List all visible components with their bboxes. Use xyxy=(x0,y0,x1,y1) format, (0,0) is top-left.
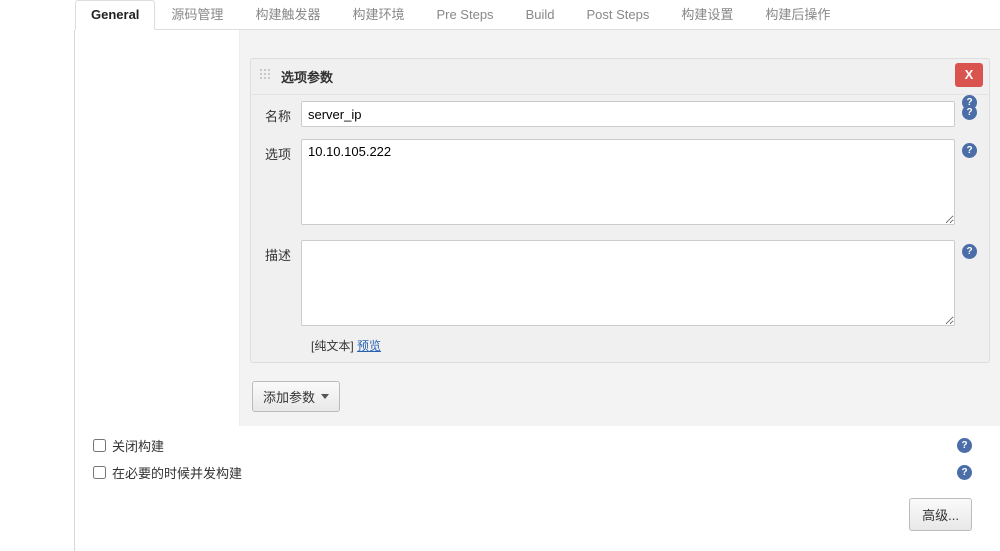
help-icon[interactable]: ? xyxy=(957,465,972,480)
tab-env[interactable]: 构建环境 xyxy=(336,0,420,29)
preview-link[interactable]: 预览 xyxy=(357,339,381,353)
content-area: 选项参数 X ? 名称 ? xyxy=(240,30,1000,426)
advanced-button[interactable]: 高级... xyxy=(909,498,972,531)
choices-textarea[interactable] xyxy=(301,139,955,225)
tab-scm[interactable]: 源码管理 xyxy=(155,0,239,29)
lower-options: 关闭构建 ? 在必要的时候并发构建 ? 高级... xyxy=(75,426,1000,551)
tab-post-build[interactable]: 构建后操作 xyxy=(749,0,846,29)
help-icon[interactable]: ? xyxy=(962,105,977,120)
hint-prefix: [纯文本] xyxy=(311,339,357,353)
add-parameter-dropdown[interactable]: 添加参数 xyxy=(252,381,340,412)
tab-triggers[interactable]: 构建触发器 xyxy=(239,0,336,29)
description-hint: [纯文本] 预览 xyxy=(251,335,989,362)
sidebar-spacer xyxy=(75,30,240,426)
help-icon[interactable]: ? xyxy=(957,438,972,453)
name-label: 名称 xyxy=(261,101,301,125)
left-gutter xyxy=(0,30,75,551)
description-textarea[interactable] xyxy=(301,240,955,326)
help-icon[interactable]: ? xyxy=(962,244,977,259)
choice-parameter-panel: 选项参数 X ? 名称 ? xyxy=(250,58,990,363)
help-icon[interactable]: ? xyxy=(962,143,977,158)
add-parameter-label: 添加参数 xyxy=(263,387,315,406)
tab-build-settings[interactable]: 构建设置 xyxy=(665,0,749,29)
drag-handle-icon[interactable] xyxy=(259,68,271,80)
concurrent-build-label: 在必要的时候并发构建 xyxy=(112,463,242,482)
tab-general[interactable]: General xyxy=(75,0,155,30)
config-tabs: General 源码管理 构建触发器 构建环境 Pre Steps Build … xyxy=(75,0,1000,30)
delete-parameter-button[interactable]: X xyxy=(955,63,983,87)
name-input[interactable] xyxy=(301,101,955,127)
description-label: 描述 xyxy=(261,240,301,264)
tab-post-steps[interactable]: Post Steps xyxy=(570,0,665,29)
panel-title: 选项参数 xyxy=(281,67,333,86)
chevron-down-icon xyxy=(321,394,329,399)
tab-build[interactable]: Build xyxy=(510,0,571,29)
tab-pre-steps[interactable]: Pre Steps xyxy=(420,0,509,29)
choices-label: 选项 xyxy=(261,139,301,163)
concurrent-build-checkbox[interactable] xyxy=(93,466,106,479)
disable-build-label: 关闭构建 xyxy=(112,436,164,455)
disable-build-checkbox[interactable] xyxy=(93,439,106,452)
